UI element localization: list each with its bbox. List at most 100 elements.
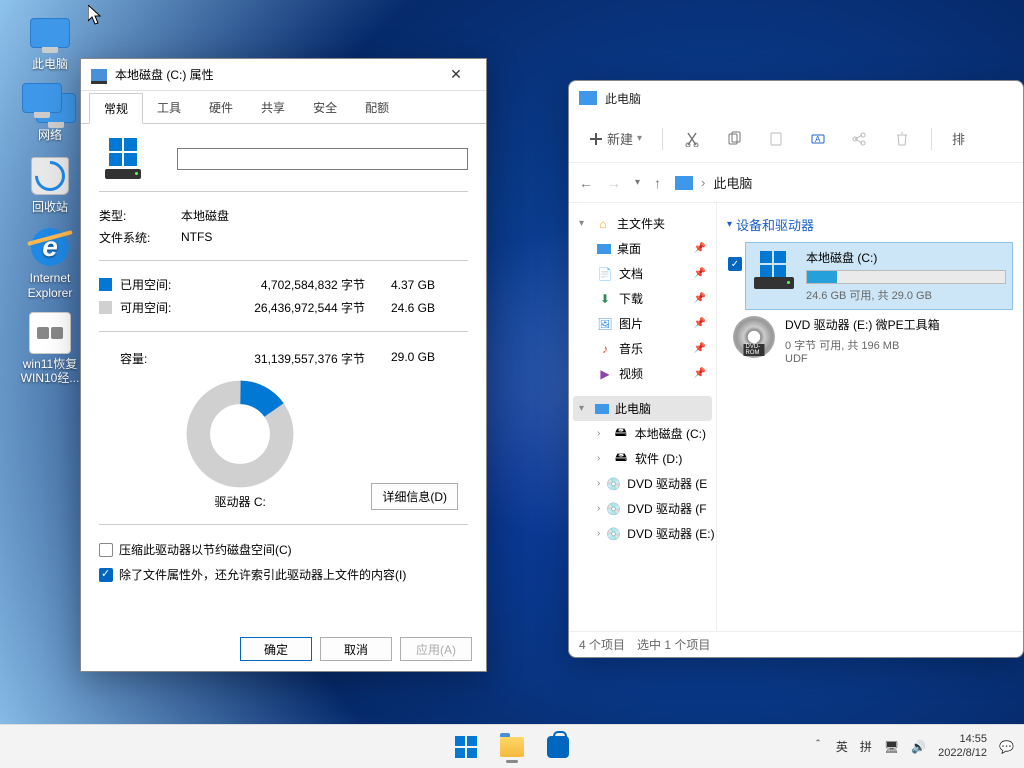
monitor-icon — [595, 404, 609, 414]
drive-letter-label: 驱动器 C: — [214, 493, 265, 510]
label: 此电脑 — [32, 57, 68, 71]
tree-dvd-f[interactable]: ›💿DVD 驱动器 (F — [573, 496, 712, 521]
cap-gb: 29.0 GB — [365, 350, 435, 367]
tree-dvd-e[interactable]: ›💿DVD 驱动器 (E — [573, 471, 712, 496]
drive-item-dvd-e[interactable]: DVD 驱动器 (E:) 微PE工具箱 0 字节 可用, 共 196 MB UD… — [727, 310, 1013, 371]
clock[interactable]: 14:55 2022/8/12 — [938, 733, 987, 759]
item-count: 4 个项目 — [579, 636, 625, 653]
tree-downloads[interactable]: ⬇下载📌 — [573, 286, 712, 311]
apply-button[interactable]: 应用(A) — [400, 637, 472, 661]
desktop-icon-ie[interactable]: Internet Explorer — [10, 220, 90, 306]
tab-hardware[interactable]: 硬件 — [195, 93, 247, 123]
window-title: 本地磁盘 (C:) 属性 — [115, 66, 436, 83]
close-button[interactable]: ✕ — [436, 61, 476, 89]
drive-info: 24.6 GB 可用, 共 29.0 GB — [806, 287, 1006, 303]
desktop-icon-recycle-bin[interactable]: 回收站 — [10, 149, 90, 220]
back-button[interactable]: ← — [579, 175, 593, 191]
network-icon[interactable]: 🖥 — [884, 740, 899, 754]
explorer-titlebar[interactable]: 此电脑 — [569, 81, 1023, 115]
taskbar-file-explorer[interactable] — [492, 729, 532, 765]
volume-icon[interactable]: 🔊 — [911, 740, 926, 754]
tree-this-pc[interactable]: ▾此电脑 — [573, 396, 712, 421]
desktop-icon — [597, 244, 611, 254]
pin-icon: 📌 — [694, 243, 706, 254]
breadcrumb[interactable]: › 此电脑 — [675, 173, 1013, 192]
tree-drive-d[interactable]: ›🖴软件 (D:) — [573, 446, 712, 471]
tray-chevron[interactable]: ＾ — [812, 738, 824, 755]
this-pc-icon — [675, 176, 693, 190]
tree-documents[interactable]: 📄文档📌 — [573, 261, 712, 286]
chevron-down-icon[interactable]: ▾ — [635, 177, 640, 188]
rename-icon[interactable]: A — [809, 130, 827, 148]
tree-drive-c[interactable]: ›🖴本地磁盘 (C:) — [573, 421, 712, 446]
dialog-body: 类型:本地磁盘 文件系统:NTFS 已用空间: 4,702,584,832 字节… — [81, 124, 486, 599]
details-button[interactable]: 详细信息(D) — [371, 483, 458, 510]
tree-music[interactable]: ♪音乐📌 — [573, 336, 712, 361]
compress-checkbox[interactable]: 压缩此驱动器以节约磁盘空间(C) — [99, 537, 468, 562]
taskbar: ＾ 英 拼 🖥 🔊 14:55 2022/8/12 💬 — [0, 724, 1024, 768]
status-bar: 4 个项目 选中 1 个项目 — [569, 631, 1023, 657]
desktop-icon-network[interactable]: 网络 — [10, 77, 90, 148]
file-explorer-window: 此电脑 新建 ▾ A 排 ← → ▾ ↑ › 此电脑 ▾⌂主文件夹 桌面📌 📄文 — [568, 80, 1024, 658]
drive-label-input[interactable] — [177, 148, 468, 170]
tab-sharing[interactable]: 共享 — [247, 93, 299, 123]
drive-item-c[interactable]: 本地磁盘 (C:) 24.6 GB 可用, 共 29.0 GB — [745, 242, 1013, 310]
svg-text:A: A — [815, 135, 821, 144]
ime-indicator[interactable]: 英 — [836, 738, 848, 755]
index-checkbox[interactable]: 除了文件属性外，还允许索引此驱动器上文件的内容(I) — [99, 562, 468, 587]
new-button[interactable]: 新建 ▾ — [581, 125, 650, 152]
start-button[interactable] — [446, 729, 486, 765]
desktop-icon-this-pc[interactable]: 此电脑 — [10, 6, 90, 77]
taskbar-store[interactable] — [538, 729, 578, 765]
paste-icon[interactable] — [767, 130, 785, 148]
used-swatch — [99, 278, 112, 291]
sort-button[interactable]: 排 — [944, 125, 973, 152]
dialog-footer: 确定 取消 应用(A) — [240, 637, 472, 661]
copy-icon[interactable] — [725, 130, 743, 148]
this-pc-icon — [579, 91, 597, 105]
delete-icon[interactable] — [893, 130, 911, 148]
drive-info: 0 字节 可用, 共 196 MB — [785, 337, 1007, 353]
cut-icon[interactable] — [683, 130, 701, 148]
up-button[interactable]: ↑ — [654, 175, 661, 191]
recycle-bin-icon — [31, 157, 69, 195]
drive-large-icon — [99, 138, 147, 179]
pin-icon: 📌 — [694, 268, 706, 279]
tree-home[interactable]: ▾⌂主文件夹 — [573, 211, 712, 236]
monitor-icon — [30, 18, 70, 48]
tree-dvd-e2[interactable]: ›💿DVD 驱动器 (E:) — [573, 521, 712, 546]
explorer-content: ▾设备和驱动器 本地磁盘 (C:) 24.6 GB 可用, 共 29.0 GB … — [717, 203, 1023, 631]
nav-tree: ▾⌂主文件夹 桌面📌 📄文档📌 ⬇下载📌 🖼图片📌 ♪音乐📌 ▶视频📌 ▾此电脑… — [569, 203, 717, 631]
fs-value: NTFS — [181, 230, 468, 244]
tab-quota[interactable]: 配额 — [351, 93, 403, 123]
section-header[interactable]: ▾设备和驱动器 — [727, 211, 1013, 242]
tab-security[interactable]: 安全 — [299, 93, 351, 123]
compress-label: 压缩此驱动器以节约磁盘空间(C) — [119, 541, 292, 558]
tab-general[interactable]: 常规 — [89, 93, 143, 124]
monitor-icon — [22, 83, 62, 113]
notifications-icon[interactable]: 💬 — [999, 740, 1014, 754]
cancel-button[interactable]: 取消 — [320, 637, 392, 661]
used-bytes: 4,702,584,832 字节 — [195, 276, 365, 293]
tree-desktop[interactable]: 桌面📌 — [573, 236, 712, 261]
dvd-icon: 💿 — [606, 501, 621, 517]
type-value: 本地磁盘 — [181, 207, 468, 224]
share-icon[interactable] — [851, 130, 869, 148]
windows-logo-icon — [455, 736, 477, 758]
ok-button[interactable]: 确定 — [240, 637, 312, 661]
forward-button[interactable]: → — [607, 175, 621, 191]
cap-bytes: 31,139,557,376 字节 — [195, 350, 365, 367]
desktop-icon-script[interactable]: win11恢复WIN10经... — [10, 306, 90, 392]
tab-tools[interactable]: 工具 — [143, 93, 195, 123]
tree-pictures[interactable]: 🖼图片📌 — [573, 311, 712, 336]
tree-videos[interactable]: ▶视频📌 — [573, 361, 712, 386]
type-label: 类型: — [99, 207, 181, 224]
store-icon — [547, 736, 569, 758]
drive-name: DVD 驱动器 (E:) 微PE工具箱 — [785, 316, 1007, 333]
ime-mode[interactable]: 拼 — [860, 738, 872, 755]
pin-icon: 📌 — [694, 368, 706, 379]
tab-bar: 常规 工具 硬件 共享 安全 配额 — [81, 93, 486, 124]
music-icon: ♪ — [597, 341, 613, 357]
usage-donut — [185, 379, 295, 489]
titlebar[interactable]: 本地磁盘 (C:) 属性 ✕ — [81, 59, 486, 91]
